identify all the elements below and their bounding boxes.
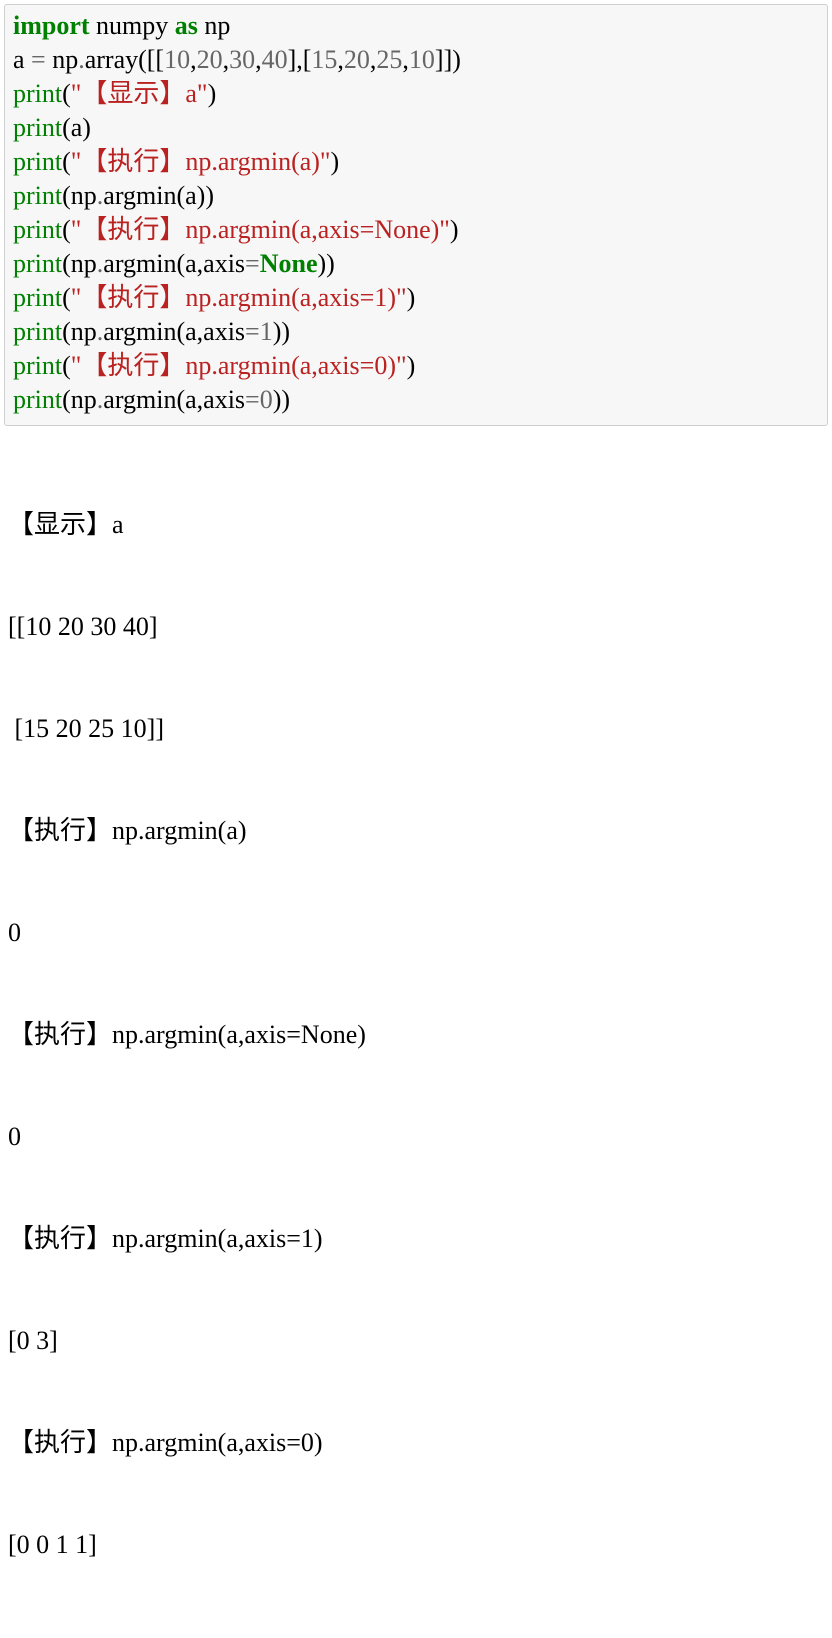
page-root: import numpy as np a = np.array([[10,20,…: [0, 4, 832, 1638]
fn-print: print: [13, 181, 62, 210]
paren-close: ): [331, 147, 340, 176]
num-40: 40: [262, 45, 288, 74]
code-line-9: print(np.argmin(a,axis=None)): [13, 247, 819, 281]
paren-close-2: )): [273, 317, 290, 346]
string-show-a: "【显示】a": [71, 79, 208, 108]
code-line-7: print(np.argmin(a)): [13, 179, 819, 213]
code-line-11: print(np.argmin(a,axis=1)): [13, 315, 819, 349]
obj-np: np: [46, 45, 79, 74]
code-line-1: import numpy as np: [13, 9, 819, 43]
operator-assign: =: [245, 249, 260, 278]
code-line-3: a = np.array([[10,20,30,40],[15,20,25,10…: [13, 43, 819, 77]
paren-close-2: )): [273, 385, 290, 414]
var-a: a: [13, 45, 31, 74]
num-0: 0: [260, 385, 273, 414]
code-line-8: print("【执行】np.argmin(a,axis=None)"): [13, 213, 819, 247]
fn-print: print: [13, 79, 62, 108]
paren-open: (: [62, 283, 71, 312]
module-numpy: numpy: [90, 11, 175, 40]
code-line-12: print("【执行】np.argmin(a,axis=0)"): [13, 349, 819, 383]
output-line: 0: [8, 916, 824, 950]
output-line: [0 0 1 1]: [8, 1528, 824, 1562]
string-run-argmin: "【执行】np.argmin(a)": [71, 147, 331, 176]
paren-open: (: [62, 215, 71, 244]
output-line: 【执行】np.argmin(a,axis=1): [8, 1222, 824, 1256]
output-line: 【执行】np.argmin(a,axis=None): [8, 1018, 824, 1052]
fn-print: print: [13, 385, 62, 414]
txt-np-open: (np: [62, 249, 97, 278]
paren-close: ): [208, 79, 217, 108]
alias-np: np: [198, 11, 231, 40]
operator-assign: =: [245, 385, 260, 414]
output-line: [[10 20 30 40]: [8, 610, 824, 644]
string-run-axis0: "【执行】np.argmin(a,axis=0)": [71, 351, 407, 380]
fn-print: print: [13, 113, 62, 142]
code-line-6: print("【执行】np.argmin(a)"): [13, 145, 819, 179]
fn-print: print: [13, 317, 62, 346]
txt-np-open: (np: [62, 317, 97, 346]
code-line-13: print(np.argmin(a,axis=0)): [13, 383, 819, 417]
num-1: 1: [260, 317, 273, 346]
call-argmin-axis: argmin(a,axis: [103, 317, 245, 346]
call-array-open: array([[: [85, 45, 164, 74]
print-arg-a: (a): [62, 113, 91, 142]
output-line: 【显示】a: [8, 508, 824, 542]
paren-close: ): [450, 215, 459, 244]
fn-print: print: [13, 249, 62, 278]
num-25: 25: [376, 45, 402, 74]
operator-assign: =: [245, 317, 260, 346]
num-15: 15: [311, 45, 337, 74]
close-brackets: ]]): [435, 45, 461, 74]
output-line: 0: [8, 1120, 824, 1154]
code-line-10: print("【执行】np.argmin(a,axis=1)"): [13, 281, 819, 315]
paren-open: (: [62, 147, 71, 176]
paren-close: ): [407, 351, 416, 380]
num-10b: 10: [409, 45, 435, 74]
operator-assign: =: [31, 45, 46, 74]
code-line-4: print("【显示】a"): [13, 77, 819, 111]
call-argmin-axis: argmin(a,axis: [103, 249, 245, 278]
keyword-import: import: [13, 11, 90, 40]
output-line: 【执行】np.argmin(a,axis=0): [8, 1426, 824, 1460]
fn-print: print: [13, 147, 62, 176]
string-run-axis1: "【执行】np.argmin(a,axis=1)": [71, 283, 407, 312]
paren-open: (: [62, 79, 71, 108]
num-20b: 20: [344, 45, 370, 74]
fn-print: print: [13, 215, 62, 244]
output-block: 【显示】a [[10 20 30 40] [15 20 25 10]] 【执行】…: [0, 426, 832, 1638]
num-20: 20: [197, 45, 223, 74]
paren-close-2: )): [318, 249, 335, 278]
call-argmin-a: argmin(a)): [103, 181, 214, 210]
num-30: 30: [229, 45, 255, 74]
keyword-as: as: [175, 11, 198, 40]
output-line: 【执行】np.argmin(a): [8, 814, 824, 848]
txt-np-open: (np: [62, 385, 97, 414]
call-argmin-axis: argmin(a,axis: [103, 385, 245, 414]
output-line: [15 20 25 10]]: [8, 712, 824, 746]
fn-print: print: [13, 351, 62, 380]
paren-close: ): [407, 283, 416, 312]
string-run-axis-none: "【执行】np.argmin(a,axis=None)": [71, 215, 450, 244]
fn-print: print: [13, 283, 62, 312]
mid-brackets: ],[: [288, 45, 312, 74]
txt-np-open: (np: [62, 181, 97, 210]
num-10: 10: [164, 45, 190, 74]
code-block: import numpy as np a = np.array([[10,20,…: [4, 4, 828, 426]
output-line: [0 3]: [8, 1324, 824, 1358]
keyword-none: None: [260, 249, 318, 278]
code-line-5: print(a): [13, 111, 819, 145]
paren-open: (: [62, 351, 71, 380]
